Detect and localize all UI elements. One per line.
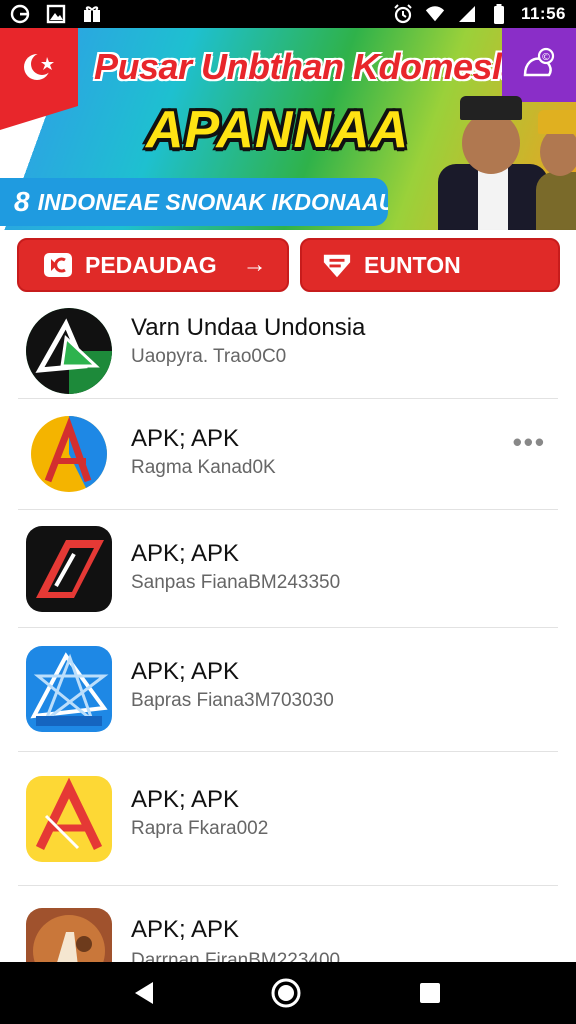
promo-banner[interactable]: Pusar Unbthan Kdomesla APANNAA © 8 INDON… [0,28,576,230]
list-item[interactable]: APK; APK Darrnan FiranBM223400 [18,886,558,962]
list-item[interactable]: APK; APK Rapra Fkara002 [18,752,558,886]
app-subtitle: Rapra Fkara002 [131,818,269,839]
list-item[interactable]: Varn Undaa Undonsia Uaopyra. Trao0C0 [18,302,558,399]
media-icon [43,250,73,280]
yellow-a-logo-icon [26,776,112,862]
gallery-icon [46,4,66,24]
red-square-logo-icon [26,526,112,612]
app-name: Varn Undaa Undonsia [131,314,366,341]
banner-strip-text: INDONEAE SNONAK IKDONAAU [37,188,388,215]
eunton-label: EUNTON [364,251,461,278]
app-name: APK; APK [131,540,240,567]
list-item[interactable]: APK; APK Bapras Fiana3M703030 [18,628,558,752]
app-name: APK; APK [131,425,240,452]
green-arrow-logo-icon [26,308,112,394]
app-subtitle: Ragma Kanad0K [131,457,276,478]
banner-title: Pusar Unbthan Kdomesla [94,46,522,87]
crescent-star-icon [24,53,54,80]
app-name: APK; APK [131,786,240,813]
badge-icon: © [523,47,555,77]
back-icon[interactable] [128,977,160,1009]
app-name: APK; APK [131,916,240,943]
eunton-button[interactable]: EUNTON [300,238,560,292]
recents-icon[interactable] [414,977,446,1009]
app-name: APK; APK [131,658,240,685]
list-item[interactable]: APK; APK Ragma Kanad0K ••• [18,399,558,510]
wifi-icon [425,4,445,24]
flag-badge [0,28,78,106]
banner-strip-number: 8 [14,186,30,217]
signal-icon [457,4,477,24]
battery-icon [489,4,509,24]
navigation-bar [0,962,576,1024]
second-man-illustration [534,98,576,230]
app-screen: 11:56 Pusar Unbthan Kdomesla APANNAA © 8… [0,0,576,1024]
alarm-icon [393,4,413,24]
flag-wedge [0,106,78,130]
banner-strip: 8 INDONEAE SNONAK IKDONAAU [0,178,388,226]
blue-star-logo-icon [26,646,112,732]
svg-text:©: © [541,52,551,63]
google-icon [10,4,30,24]
list-item[interactable]: APK; APK Sanpas FianaBM243350 [18,510,558,628]
pedaudag-button[interactable]: PEDAUDAG → [17,238,289,292]
brown-hand-logo-icon [26,908,112,962]
ticket-icon [322,250,352,280]
circle-a-logo-icon [26,411,112,497]
app-subtitle: Sanpas FianaBM243350 [131,572,341,593]
app-subtitle: Uaopyra. Trao0C0 [131,346,287,367]
app-subtitle: Darrnan FiranBM223400 [131,950,341,962]
status-time: 11:56 [520,4,566,23]
pedaudag-label: PEDAUDAG [85,251,217,278]
banner-headline: APANNAA [146,101,410,159]
more-options-button[interactable]: ••• [513,427,546,458]
status-bar: 11:56 [0,0,576,28]
arrow-right-icon: → [242,251,267,278]
app-subtitle: Bapras Fiana3M703030 [131,690,334,711]
home-icon[interactable] [270,977,302,1009]
app-list: Varn Undaa Undonsia Uaopyra. Trao0C0 APK… [0,302,576,962]
action-bar: PEDAUDAG → EUNTON [0,230,576,302]
gift-icon [82,4,102,24]
